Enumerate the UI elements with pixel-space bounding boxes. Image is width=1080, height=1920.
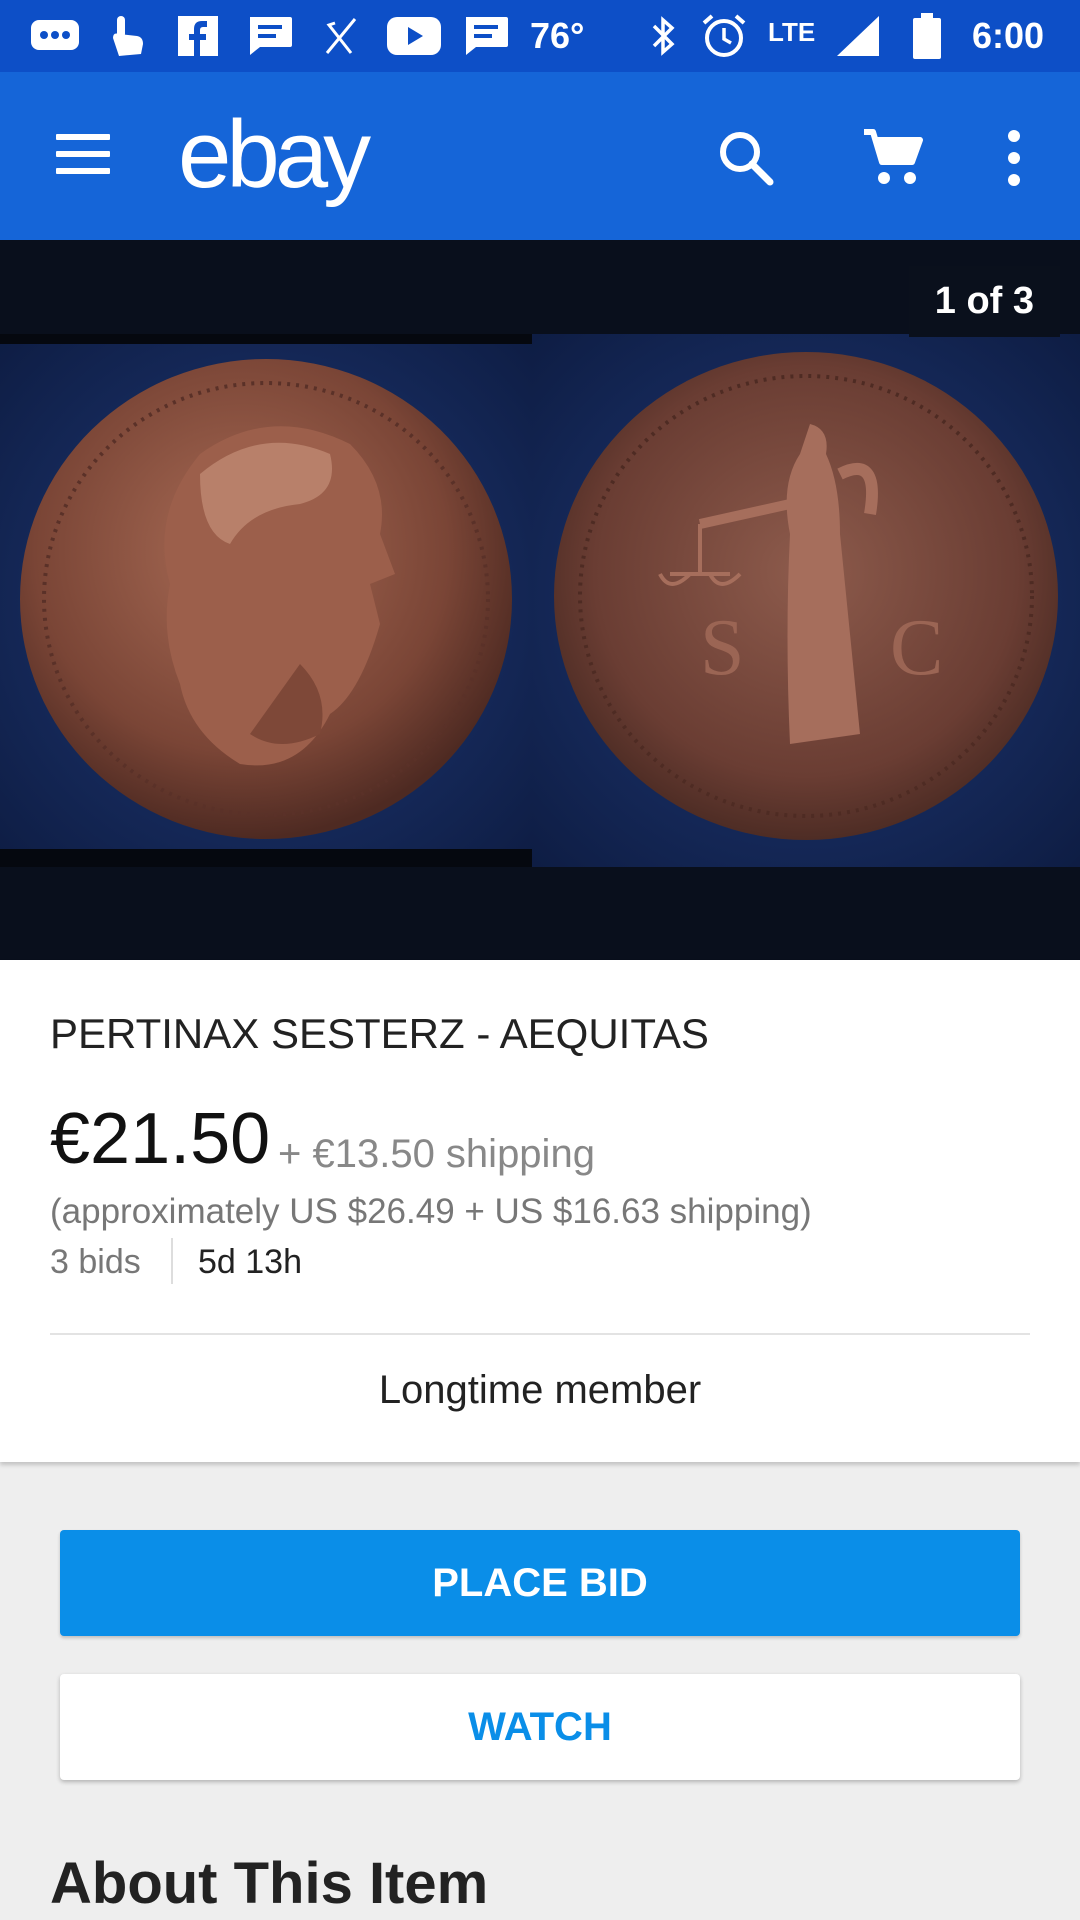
- bid-count[interactable]: 3 bids: [50, 1243, 141, 1282]
- search-icon[interactable]: [714, 126, 778, 190]
- status-bar: 76° LTE 6:00: [0, 0, 1080, 72]
- missed-call-icon: [318, 14, 364, 58]
- battery-icon: [910, 13, 944, 59]
- youtube-icon: [386, 14, 442, 58]
- bluetooth-icon: [648, 14, 680, 58]
- seller-badge[interactable]: Longtime member: [0, 1368, 1080, 1413]
- place-bid-button[interactable]: PLACE BID: [60, 1530, 1020, 1636]
- image-counter: 1 of 3: [908, 266, 1060, 337]
- app-bar: ebay: [0, 72, 1080, 240]
- watch-button[interactable]: WATCH: [60, 1674, 1020, 1780]
- clock: 6:00: [972, 15, 1045, 56]
- message-icon: [244, 14, 296, 58]
- item-photo[interactable]: S C: [0, 334, 1080, 867]
- listing-details: PERTINAX SESTERZ - AEQUITAS €21.50 + €13…: [0, 960, 1080, 1462]
- time-left: 5d 13h: [198, 1243, 302, 1281]
- approx-price: (approximately US $26.49 + US $16.63 shi…: [50, 1192, 812, 1231]
- weather-temp: 76°: [530, 15, 585, 56]
- messaging-icon: [28, 14, 82, 58]
- ebay-logo[interactable]: ebay: [178, 100, 371, 210]
- alarm-icon: [700, 14, 748, 58]
- touch-icon: [104, 14, 150, 58]
- section-title: About This Item: [50, 1851, 489, 1916]
- svg-text:C: C: [890, 604, 943, 692]
- facebook-icon: [176, 14, 220, 58]
- menu-icon[interactable]: [56, 134, 110, 178]
- network-type: LTE: [768, 16, 816, 47]
- divider: [171, 1238, 173, 1284]
- item-title: PERTINAX SESTERZ - AEQUITAS: [50, 1010, 709, 1057]
- message-icon: [460, 14, 512, 58]
- more-vert-icon[interactable]: [998, 128, 1030, 188]
- shipping-cost: + €13.50 shipping: [278, 1132, 595, 1176]
- cart-icon[interactable]: [860, 124, 926, 190]
- divider: [50, 1333, 1030, 1335]
- image-gallery[interactable]: S C 1 of 3: [0, 240, 1080, 960]
- svg-text:S: S: [700, 604, 745, 692]
- item-price: €21.50: [50, 1099, 271, 1179]
- signal-icon: [834, 14, 882, 58]
